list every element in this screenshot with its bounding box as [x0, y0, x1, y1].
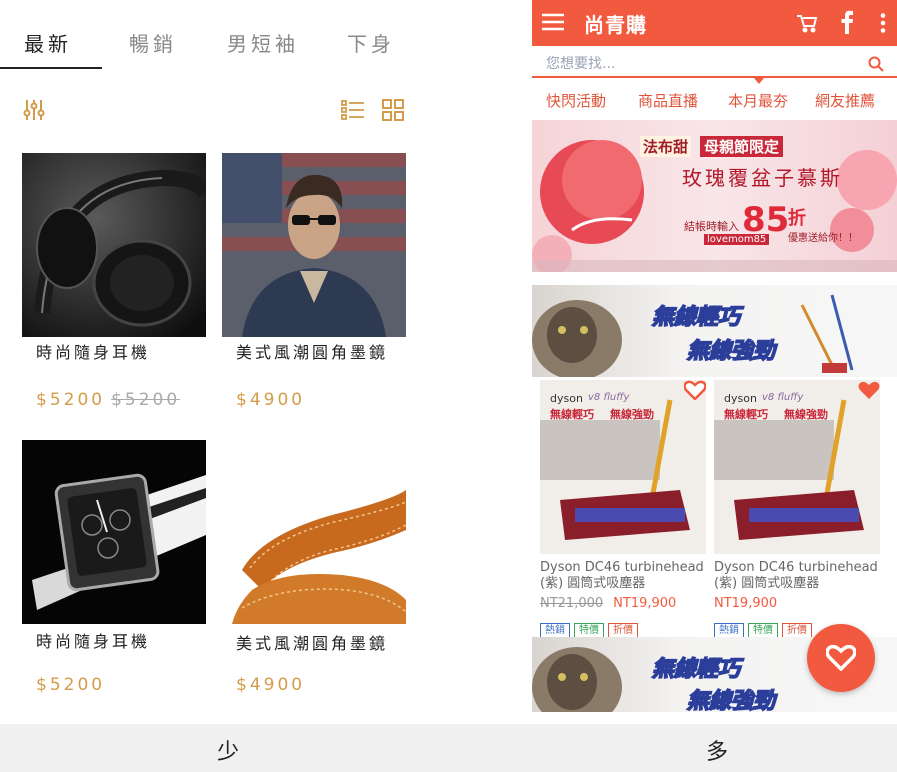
heart-outline-icon[interactable] [683, 380, 707, 404]
product-image-sunglasses-model [222, 153, 406, 337]
product-badges: 熱銷 特價 折價 [540, 618, 642, 639]
comparison-caption-bar: 少 多 [0, 724, 897, 772]
dyson-banner[interactable]: 無線輕巧 無線強勁 [532, 285, 897, 377]
dyson-model: v8 fluffy [762, 392, 804, 403]
quick-link-flash-sale[interactable]: 快閃活動 [546, 90, 606, 111]
banner-brand-tag: 法布甜 [640, 136, 692, 157]
comparison-screen: 最新 暢銷 男短袖 下身 時尚隨身耳機 $5200 $5200 美式風潮圓角墨鏡… [0, 0, 897, 772]
heart-icon [825, 644, 857, 675]
banner-discount-unit: 折 [788, 208, 806, 229]
product-card[interactable]: 時尚隨身耳機 $5200 $5200 [22, 153, 208, 423]
search-icon[interactable] [868, 56, 884, 76]
brand-logo[interactable]: 尚青購 [584, 9, 647, 38]
product-price: $5200 [36, 675, 106, 695]
app-header: 尚青購 [532, 0, 897, 46]
tab-latest[interactable]: 最新 [24, 28, 72, 57]
product-price: $4900 [236, 675, 306, 695]
product-price: $5200 $5200 [36, 390, 180, 410]
banner-headline: 玫瑰覆盆子慕斯 [682, 166, 843, 190]
original-price: NT21,000 [540, 596, 604, 611]
product-tagline-1: 無線輕巧 [724, 408, 768, 421]
product-price: $4900 [236, 390, 306, 410]
quick-link-monthly-hot[interactable]: 本月最夯 [728, 90, 788, 111]
facebook-icon[interactable] [840, 10, 854, 38]
dyson-banner-line1: 無線輕巧 [651, 304, 741, 331]
dyson-brand: dyson [724, 392, 757, 405]
product-tagline-2: 無線強勁 [784, 408, 828, 421]
product-badges: 熱銷 特價 折價 [714, 618, 816, 639]
cart-icon[interactable] [796, 13, 818, 37]
product-card[interactable]: 時尚隨身耳機 $5200 [22, 440, 208, 710]
product-name: 時尚隨身耳機 [36, 343, 151, 362]
product-image-headphones [22, 153, 206, 337]
active-tab-indicator [0, 67, 102, 69]
search-bar[interactable]: 您想要找... [532, 48, 897, 84]
heart-filled-icon[interactable] [858, 380, 880, 404]
grid-view-icon[interactable] [381, 98, 405, 122]
product-image-leather-belt [222, 440, 406, 624]
list-view-icon[interactable] [341, 98, 365, 122]
caption-less: 少 [217, 740, 240, 765]
dyson-brand: dyson [550, 392, 583, 405]
filter-sliders-icon[interactable] [22, 98, 46, 122]
dyson-banner-line2: 無線強勁 [686, 338, 776, 365]
more-options-icon[interactable] [880, 13, 886, 37]
product-card[interactable]: dyson v8 fluffy 無線輕巧 無線強勁 Dyson DC46 tur… [532, 378, 707, 639]
product-name: 美式風潮圓角墨鏡 [236, 634, 389, 653]
minimal-shop-panel: 最新 暢銷 男短袖 下身 時尚隨身耳機 $5200 $5200 美式風潮圓角墨鏡… [0, 0, 420, 724]
banner-promo-code: lovemom85 [704, 234, 770, 245]
product-title: Dyson DC46 turbinehead (紫) 圓筒式吸塵器 [714, 560, 878, 591]
quick-link-recommend[interactable]: 網友推薦 [815, 90, 875, 111]
tab-mens-short-sleeve[interactable]: 男短袖 [227, 28, 299, 57]
tab-bestseller[interactable]: 暢銷 [129, 28, 177, 57]
product-tagline-2: 無線強勁 [610, 408, 654, 421]
favorites-fab[interactable] [807, 624, 875, 692]
product-title: Dyson DC46 turbinehead (紫) 圓筒式吸塵器 [540, 560, 704, 591]
dyson-banner-line2: 無線強勁 [686, 688, 776, 712]
category-tabs: 最新 暢銷 男短袖 下身 [0, 0, 420, 70]
banner-event-tag: 母親節限定 [700, 136, 784, 157]
dyson-model: v8 fluffy [588, 392, 630, 403]
product-tagline-1: 無線輕巧 [550, 408, 594, 421]
quick-link-live[interactable]: 商品直播 [638, 90, 698, 111]
banner-code-label: 結帳時輸入 [684, 220, 739, 233]
quick-links: 快閃活動 商品直播 本月最夯 網友推薦 [532, 86, 897, 116]
search-input[interactable]: 您想要找... [546, 53, 615, 73]
product-prices: NT19,900 [714, 596, 777, 611]
busy-shop-panel: 尚青購 您想要找... 快閃活動 商品直播 本月最夯 網友推薦 法布甜 母親節限… [532, 0, 897, 712]
product-prices: NT21,000 NT19,900 [540, 596, 676, 611]
caption-more: 多 [706, 740, 729, 765]
tab-bottoms[interactable]: 下身 [347, 28, 395, 57]
product-image-watch [22, 440, 206, 624]
hamburger-menu-icon[interactable] [542, 12, 564, 36]
product-name: 時尚隨身耳機 [36, 632, 151, 651]
product-card[interactable]: dyson v8 fluffy 無線輕巧 無線強勁 Dyson DC46 tur… [706, 378, 880, 639]
search-underline [532, 76, 897, 78]
product-card[interactable]: 美式風潮圓角墨鏡 $4900 [222, 440, 408, 710]
current-price: $5200 [36, 390, 106, 410]
view-toolbar [0, 90, 420, 130]
sale-price: NT19,900 [613, 596, 677, 611]
caret-down-icon [754, 78, 764, 84]
product-card[interactable]: 美式風潮圓角墨鏡 $4900 [222, 153, 408, 423]
sale-price: NT19,900 [714, 596, 778, 611]
product-name: 美式風潮圓角墨鏡 [236, 343, 389, 362]
original-price: $5200 [111, 390, 181, 410]
banner-note: 優惠送給你！！ [788, 233, 858, 244]
mothers-day-banner[interactable]: 法布甜 母親節限定 玫瑰覆盆子慕斯 結帳時輸入 85 折 lovemom85 優… [532, 120, 897, 272]
dyson-banner-line1: 無線輕巧 [651, 656, 741, 683]
